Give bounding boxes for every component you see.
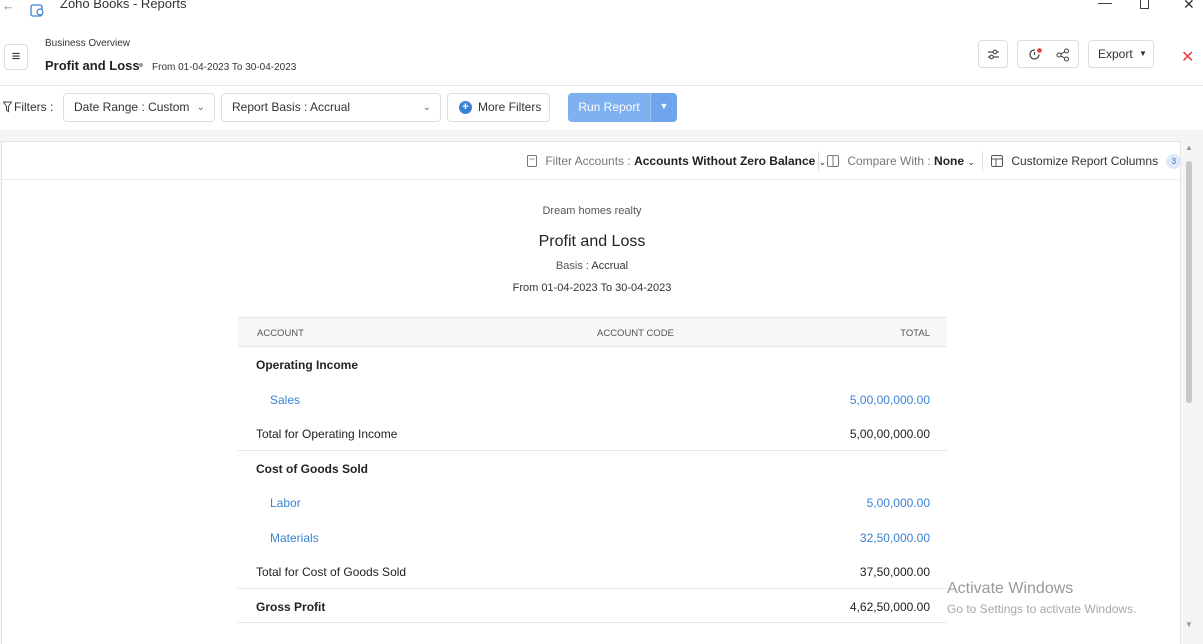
compare-with-label: Compare With : — [847, 154, 931, 168]
separator-dot — [139, 63, 143, 67]
basis-label: Basis : — [555, 260, 589, 272]
toolbar-divider — [818, 151, 819, 171]
total-label: Total for Cost of Goods Sold — [256, 565, 407, 579]
chevron-down-icon: ⌄ — [818, 157, 827, 167]
table-row: Gross Profit 4,62,50,000.00 — [238, 589, 947, 623]
header-date-range: From 01-04-2023 To 30-04-2023 — [152, 62, 297, 73]
hamburger-menu-icon[interactable]: ≡ — [4, 44, 28, 70]
filter-accounts-value: Accounts Without Zero Balance — [634, 154, 816, 168]
table-row: Cost of Goods Sold — [238, 451, 947, 486]
export-button[interactable]: Export ▼ — [1088, 40, 1154, 68]
compare-with-value: None — [934, 154, 965, 168]
gross-profit-amount: 4,62,50,000.00 — [849, 599, 930, 614]
filters-bar: Filters : Date Range : Custom ⌄ Report B… — [0, 91, 1203, 125]
run-report-button[interactable]: Run Report — [568, 93, 650, 122]
total-amount: 5,00,00,000.00 — [849, 427, 930, 441]
column-header-account-code: ACCOUNT CODE — [597, 328, 674, 339]
report-basis-value: Report Basis : Accrual — [232, 100, 351, 114]
chevron-down-icon: ⌄ — [422, 102, 431, 113]
schedule-icon[interactable] — [1028, 47, 1043, 62]
restore-button[interactable] — [1140, 0, 1149, 9]
report-basis-dropdown[interactable]: Report Basis : Accrual ⌄ — [221, 93, 441, 122]
customize-columns-button[interactable]: Customize Report Columns 3 — [991, 154, 1182, 169]
caret-down-icon: ▼ — [1139, 49, 1147, 58]
toolbar-divider — [982, 151, 983, 171]
total-label: Total for Operating Income — [256, 427, 398, 441]
report-period: From 01-04-2023 To 30-04-2023 — [512, 282, 672, 294]
account-link[interactable]: Labor — [270, 496, 301, 510]
chevron-down-icon: ⌄ — [967, 157, 975, 167]
amount-link[interactable]: 5,00,00,000.00 — [850, 393, 930, 407]
compare-with-dropdown[interactable]: Compare With : None ⌄ — [827, 154, 975, 168]
more-filters-button[interactable]: + More Filters — [447, 93, 550, 122]
section-heading: Operating Income — [256, 358, 359, 372]
report-basis: Basis : Accrual — [2, 260, 1182, 272]
chevron-down-icon: ⌄ — [196, 102, 205, 113]
report-table: ACCOUNT ACCOUNT CODE TOTAL Operating Inc… — [238, 317, 947, 623]
schedule-share-group — [1017, 40, 1079, 68]
filter-accounts-dropdown[interactable]: Filter Accounts : Accounts Without Zero … — [527, 154, 826, 168]
columns-icon — [991, 155, 1003, 167]
column-header-total: TOTAL — [900, 328, 930, 339]
funnel-icon — [3, 101, 12, 113]
gross-profit-label: Gross Profit — [256, 599, 326, 614]
app-icon — [30, 4, 44, 17]
page-title: Profit and Loss — [45, 58, 140, 73]
activate-windows-subtitle: Go to Settings to activate Windows. — [947, 602, 1137, 616]
table-row: Operating Income — [238, 347, 947, 382]
scroll-down-icon[interactable]: ▼ — [1185, 620, 1193, 629]
filters-label: Filters : — [14, 100, 54, 114]
export-label: Export — [1098, 47, 1133, 61]
report-settings-button[interactable] — [978, 40, 1008, 68]
table-row: Total for Cost of Goods Sold 37,50,000.0… — [238, 554, 947, 589]
column-header-account: ACCOUNT — [257, 328, 304, 339]
report-toolbar: Filter Accounts : Accounts Without Zero … — [2, 142, 1182, 180]
filter-accounts-label: Filter Accounts : — [545, 154, 631, 168]
run-report-options-icon[interactable]: ▼ — [650, 93, 677, 122]
table-row[interactable]: Labor 5,00,000.00 — [238, 485, 947, 520]
report-area: Filter Accounts : Accounts Without Zero … — [0, 130, 1203, 644]
table-header: ACCOUNT ACCOUNT CODE TOTAL — [238, 317, 947, 347]
customize-columns-label: Customize Report Columns — [1011, 154, 1159, 168]
table-row[interactable]: Materials 32,50,000.00 — [238, 520, 947, 555]
close-report-button[interactable]: ✕ — [1181, 47, 1194, 67]
close-window-button[interactable]: ✕ — [1183, 0, 1195, 13]
section-heading: Cost of Goods Sold — [256, 461, 368, 476]
sliders-icon — [988, 49, 999, 60]
basis-value: Accrual — [591, 260, 629, 272]
date-range-value: Date Range : Custom — [74, 100, 190, 114]
amount-link[interactable]: 5,00,000.00 — [867, 496, 930, 510]
window-titlebar: ← Zoho Books - Reports — ✕ — [0, 0, 1203, 20]
plus-circle-icon: + — [459, 101, 472, 114]
window-title: Zoho Books - Reports — [60, 0, 187, 11]
share-icon[interactable] — [1056, 48, 1070, 62]
breadcrumb[interactable]: Business Overview — [45, 38, 130, 49]
scroll-up-icon[interactable]: ▲ — [1185, 143, 1193, 152]
report-panel: Filter Accounts : Accounts Without Zero … — [1, 141, 1182, 644]
account-link[interactable]: Sales — [270, 393, 300, 407]
scroll-thumb[interactable] — [1186, 161, 1192, 403]
columns-count-badge: 3 — [1166, 154, 1182, 169]
report-header: ≡ Business Overview Profit and Loss From… — [0, 30, 1203, 86]
report-title: Profit and Loss — [538, 233, 646, 250]
compare-icon — [827, 155, 839, 167]
table-row[interactable]: Sales 5,00,00,000.00 — [238, 382, 947, 417]
company-name: Dream homes realty — [542, 205, 642, 217]
document-icon — [527, 155, 537, 167]
account-link[interactable]: Materials — [270, 531, 319, 545]
more-filters-label: More Filters — [478, 100, 542, 114]
amount-link[interactable]: 32,50,000.00 — [860, 531, 930, 545]
vertical-scrollbar[interactable]: ▲ ▼ — [1183, 141, 1195, 631]
total-amount: 37,50,000.00 — [859, 565, 930, 579]
minimize-button[interactable]: — — [1098, 0, 1112, 10]
back-arrow-icon[interactable]: ← — [2, 0, 15, 13]
activate-windows-title: Activate Windows — [947, 580, 1074, 597]
table-row: Total for Operating Income 5,00,00,000.0… — [238, 416, 947, 451]
date-range-dropdown[interactable]: Date Range : Custom ⌄ — [63, 93, 215, 122]
